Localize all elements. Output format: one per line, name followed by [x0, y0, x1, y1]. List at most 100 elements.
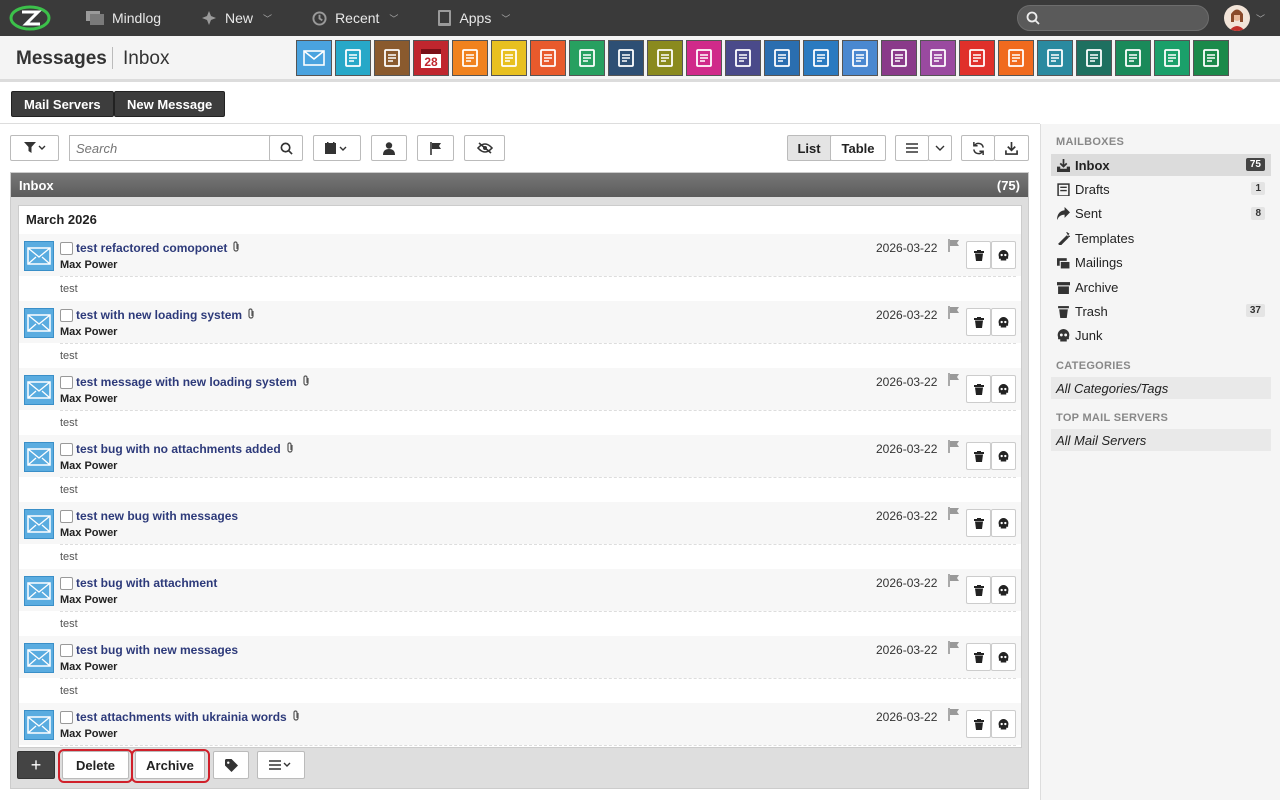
mailbox-item-sent[interactable]: Sent 8: [1051, 203, 1271, 225]
user-avatar[interactable]: [1224, 5, 1250, 31]
mark-junk-button[interactable]: [991, 643, 1016, 671]
nav-recent[interactable]: Recent ﹀: [286, 0, 412, 36]
pdf-app-icon[interactable]: [959, 40, 995, 76]
mailbox-item-mailings[interactable]: Mailings: [1051, 252, 1271, 274]
message-row[interactable]: test bug with attachment Max Power 2026-03…: [19, 569, 1021, 636]
shipping-app-icon[interactable]: [764, 40, 800, 76]
mark-junk-button[interactable]: [991, 308, 1016, 336]
notes-app-icon[interactable]: [569, 40, 605, 76]
mailbox-item-drafts[interactable]: Drafts 1: [1051, 178, 1271, 200]
message-list[interactable]: March 2026 test refactored comoponet Max …: [18, 205, 1022, 748]
chevron-down-icon[interactable]: ﹀: [1256, 12, 1265, 25]
all-categories-link[interactable]: All Categories/Tags: [1051, 377, 1271, 399]
unread-filter-button[interactable]: [464, 135, 505, 161]
new-message-button[interactable]: New Message: [114, 91, 226, 117]
price-tag-app-icon[interactable]: [1154, 40, 1190, 76]
tasks-app-icon[interactable]: [491, 40, 527, 76]
global-search-input[interactable]: [1017, 5, 1209, 31]
message-subject-link[interactable]: test refactored comoponet: [76, 241, 241, 256]
delete-message-button[interactable]: [966, 509, 991, 537]
list-view-toggle[interactable]: List: [787, 135, 831, 161]
mail-servers-button[interactable]: Mail Servers: [11, 91, 114, 117]
message-subject-link[interactable]: test attachments with ukrainia words: [76, 710, 301, 725]
flag-icon[interactable]: [948, 373, 960, 389]
mark-junk-button[interactable]: [991, 241, 1016, 269]
contract-app-icon[interactable]: [881, 40, 917, 76]
message-checkbox[interactable]: [60, 711, 73, 724]
flag-icon[interactable]: [948, 440, 960, 456]
flag-filter-button[interactable]: [417, 135, 454, 161]
download-app-icon[interactable]: [1037, 40, 1073, 76]
app-logo[interactable]: [0, 0, 60, 36]
flag-icon[interactable]: [948, 708, 960, 724]
timer-app-icon[interactable]: [452, 40, 488, 76]
folder-check-app-icon[interactable]: [530, 40, 566, 76]
invoice-app-icon[interactable]: [842, 40, 878, 76]
message-row[interactable]: test attachments with ukrainia words Max …: [19, 703, 1021, 747]
download-button[interactable]: [994, 135, 1029, 161]
search-button[interactable]: [269, 135, 303, 161]
search-input[interactable]: [69, 135, 270, 161]
reception-app-icon[interactable]: [686, 40, 722, 76]
mark-junk-button[interactable]: [991, 509, 1016, 537]
flag-icon[interactable]: [948, 641, 960, 657]
message-checkbox[interactable]: [60, 376, 73, 389]
delete-message-button[interactable]: [966, 576, 991, 604]
message-row[interactable]: test bug with new messages Max Power 2026-…: [19, 636, 1021, 703]
delete-message-button[interactable]: [966, 643, 991, 671]
flag-icon[interactable]: [948, 306, 960, 322]
delete-message-button[interactable]: [966, 375, 991, 403]
database-app-icon[interactable]: [1193, 40, 1229, 76]
delete-message-button[interactable]: [966, 710, 991, 738]
date-filter-button[interactable]: [313, 135, 361, 161]
message-row[interactable]: test message with new loading system Max …: [19, 368, 1021, 435]
delete-message-button[interactable]: [966, 308, 991, 336]
dollar-app-icon[interactable]: [725, 40, 761, 76]
sort-dropdown-button[interactable]: [928, 135, 952, 161]
mailbox-item-inbox[interactable]: Inbox 75: [1051, 154, 1271, 176]
message-subject-link[interactable]: test bug with new messages: [76, 643, 238, 657]
flag-icon[interactable]: [948, 507, 960, 523]
mark-junk-button[interactable]: [991, 576, 1016, 604]
bulk-actions-menu[interactable]: [257, 751, 305, 779]
message-checkbox[interactable]: [60, 644, 73, 657]
contact-filter-button[interactable]: [371, 135, 407, 161]
flag-icon[interactable]: [948, 574, 960, 590]
cart-app-icon[interactable]: [1076, 40, 1112, 76]
table-view-toggle[interactable]: Table: [830, 135, 886, 161]
mark-junk-button[interactable]: [991, 442, 1016, 470]
delete-message-button[interactable]: [966, 442, 991, 470]
message-checkbox[interactable]: [60, 309, 73, 322]
message-subject-link[interactable]: test message with new loading system: [76, 375, 311, 390]
message-row[interactable]: test bug with no attachments added Max Po…: [19, 435, 1021, 502]
broadcast-app-icon[interactable]: [998, 40, 1034, 76]
support-app-icon[interactable]: [803, 40, 839, 76]
add-button[interactable]: +: [17, 751, 55, 779]
message-row[interactable]: test with new loading system Max Power 202…: [19, 301, 1021, 368]
refresh-button[interactable]: [961, 135, 995, 161]
document-app-icon[interactable]: [647, 40, 683, 76]
nav-new[interactable]: New ﹀: [175, 0, 286, 36]
cash-app-icon[interactable]: [1115, 40, 1151, 76]
tag-button[interactable]: [213, 751, 249, 779]
mark-junk-button[interactable]: [991, 375, 1016, 403]
contacts-app-icon[interactable]: [374, 40, 410, 76]
calendar-app-icon[interactable]: 28: [413, 40, 449, 76]
mark-junk-button[interactable]: [991, 710, 1016, 738]
all-mail-servers-link[interactable]: All Mail Servers: [1051, 429, 1271, 451]
mailbox-item-templates[interactable]: Templates: [1051, 227, 1271, 249]
message-subject-link[interactable]: test new bug with messages: [76, 509, 238, 523]
message-checkbox[interactable]: [60, 577, 73, 590]
message-subject-link[interactable]: test with new loading system: [76, 308, 256, 323]
nav-apps[interactable]: Apps ﹀: [412, 0, 524, 36]
message-row[interactable]: test new bug with messages Max Power 2026-…: [19, 502, 1021, 569]
message-subject-link[interactable]: test bug with attachment: [76, 576, 217, 590]
filter-dropdown-button[interactable]: [10, 135, 59, 161]
mailbox-item-trash[interactable]: Trash 37: [1051, 300, 1271, 322]
message-checkbox[interactable]: [60, 242, 73, 255]
message-row[interactable]: test refactored comoponet Max Power 2026-0…: [19, 234, 1021, 301]
mail-app-icon[interactable]: [296, 40, 332, 76]
deal-app-icon[interactable]: [920, 40, 956, 76]
delete-message-button[interactable]: [966, 241, 991, 269]
address-book-app-icon[interactable]: [335, 40, 371, 76]
